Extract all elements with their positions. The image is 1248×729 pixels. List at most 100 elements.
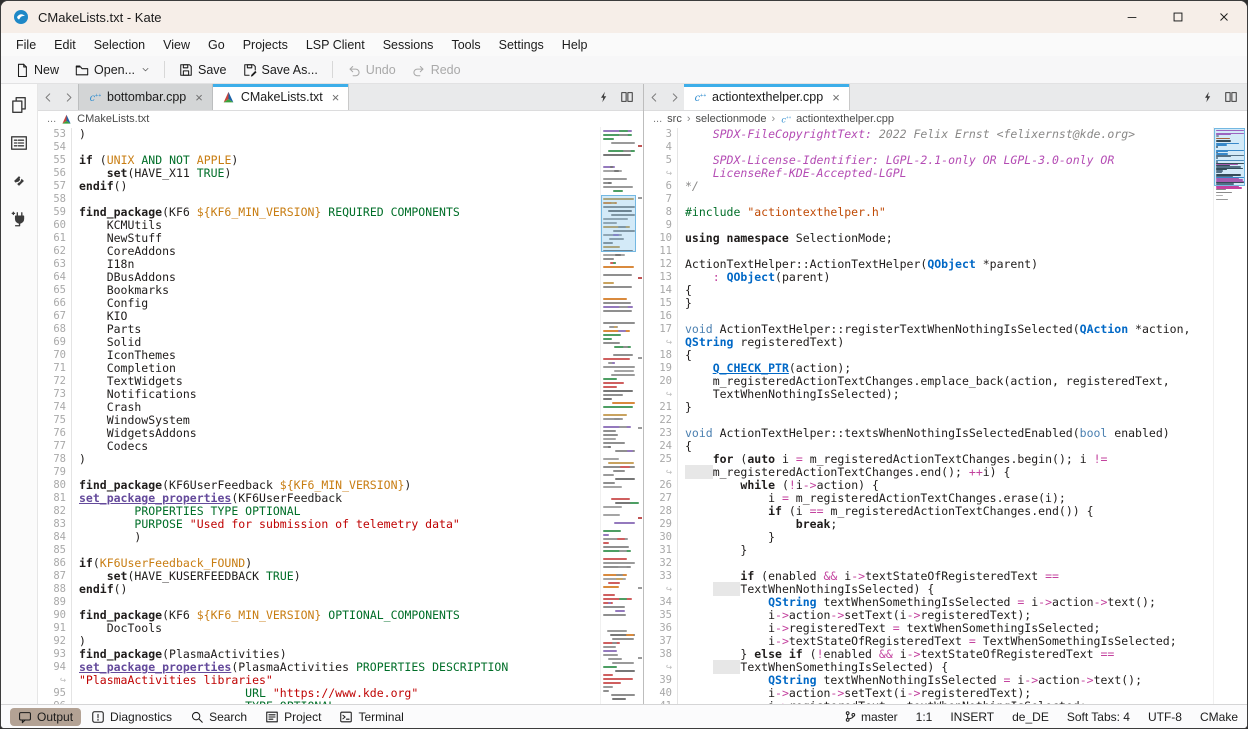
line-number[interactable]: 81	[38, 492, 72, 505]
line-number[interactable]: 31	[644, 544, 678, 557]
open-button[interactable]: Open...	[67, 60, 158, 80]
breadcrumb-item[interactable]: ...	[47, 113, 56, 125]
history-back-button[interactable]	[644, 84, 664, 110]
code-line[interactable]: 77 Codecs	[38, 440, 600, 453]
sidebar-tool-documents-icon[interactable]	[8, 94, 30, 116]
menu-selection[interactable]: Selection	[85, 36, 154, 54]
line-number[interactable]: 78	[38, 453, 72, 466]
line-number[interactable]: 63	[38, 258, 72, 271]
line-number[interactable]: ↪	[644, 661, 678, 674]
line-number[interactable]: 92	[38, 635, 72, 648]
line-number[interactable]: 32	[644, 557, 678, 570]
statusbar-search-button[interactable]: Search	[182, 708, 255, 726]
sidebar-tool-list-icon[interactable]	[8, 132, 30, 154]
line-number[interactable]: 91	[38, 622, 72, 635]
line-number[interactable]: 30	[644, 531, 678, 544]
new-button[interactable]: New	[7, 60, 67, 80]
history-forward-button[interactable]	[664, 84, 684, 110]
menu-help[interactable]: Help	[553, 36, 597, 54]
code-line[interactable]: 88endif()	[38, 583, 600, 596]
line-number[interactable]: 40	[644, 687, 678, 700]
statusbar-de_de[interactable]: de_DE	[1012, 710, 1049, 724]
breadcrumb-item[interactable]: actiontexthelper.cpp	[796, 113, 894, 125]
statusbar-utf-8[interactable]: UTF-8	[1148, 710, 1182, 724]
code-line[interactable]: 10using namespace SelectionMode;	[644, 232, 1213, 245]
menu-sessions[interactable]: Sessions	[374, 36, 443, 54]
line-number[interactable]: 80	[38, 479, 72, 492]
minimap-viewport-left[interactable]	[601, 195, 636, 252]
line-number[interactable]: 88	[38, 583, 72, 596]
line-number[interactable]: 29	[644, 518, 678, 531]
line-number[interactable]: 17	[644, 323, 678, 336]
sidebar-tool-plug-icon[interactable]	[8, 208, 30, 230]
line-number[interactable]: 56	[38, 167, 72, 180]
line-number[interactable]: 64	[38, 271, 72, 284]
line-number[interactable]: 72	[38, 375, 72, 388]
code-line[interactable]: 31 }	[644, 544, 1213, 557]
code-line[interactable]: 84 )	[38, 531, 600, 544]
line-number[interactable]: 20	[644, 375, 678, 388]
line-number[interactable]: 54	[38, 141, 72, 154]
line-number[interactable]: 3	[644, 128, 678, 141]
tab-bottombar-cpp[interactable]: c++bottombar.cpp×	[78, 84, 213, 110]
save-as-button[interactable]: Save As...	[235, 60, 326, 80]
line-number[interactable]: 24	[644, 440, 678, 453]
line-number[interactable]: 90	[38, 609, 72, 622]
line-number[interactable]: 77	[38, 440, 72, 453]
statusbar-soft-tabs-4[interactable]: Soft Tabs: 4	[1067, 710, 1130, 724]
statusbar-terminal-button[interactable]: Terminal	[331, 708, 411, 726]
minimap-left[interactable]	[600, 127, 643, 704]
tab-close-icon[interactable]: ×	[195, 91, 203, 104]
statusbar-1-1[interactable]: 1:1	[916, 710, 933, 724]
split-view-icon[interactable]	[620, 90, 634, 104]
line-number[interactable]: 65	[38, 284, 72, 297]
tab-CMakeLists-txt[interactable]: CMakeLists.txt×	[213, 84, 350, 110]
breadcrumb-item[interactable]: ...	[653, 113, 662, 125]
line-number[interactable]: 89	[38, 596, 72, 609]
code-line[interactable]: 15}	[644, 297, 1213, 310]
line-number[interactable]: 16	[644, 310, 678, 323]
statusbar-master[interactable]: master	[844, 710, 898, 724]
line-number[interactable]: 85	[38, 544, 72, 557]
code-line[interactable]: 23void ActionTextHelper::textsWhenNothin…	[644, 427, 1213, 440]
line-number[interactable]: 75	[38, 414, 72, 427]
line-number[interactable]: 18	[644, 349, 678, 362]
line-number[interactable]: 74	[38, 401, 72, 414]
line-number[interactable]: ↪	[644, 388, 678, 401]
minimize-button[interactable]	[1109, 1, 1155, 33]
line-number[interactable]: 58	[38, 193, 72, 206]
line-number[interactable]: 39	[644, 674, 678, 687]
line-number[interactable]: 94	[38, 661, 72, 674]
line-number[interactable]: 8	[644, 206, 678, 219]
statusbar-cmake[interactable]: CMake	[1200, 710, 1238, 724]
line-number[interactable]: 28	[644, 505, 678, 518]
menu-settings[interactable]: Settings	[490, 36, 553, 54]
tab-close-icon[interactable]: ×	[832, 91, 840, 104]
menu-lsp-client[interactable]: LSP Client	[297, 36, 374, 54]
line-number[interactable]: 83	[38, 518, 72, 531]
line-number[interactable]: 57	[38, 180, 72, 193]
code-line[interactable]: 6*/	[644, 180, 1213, 193]
code-line[interactable]: ↪ LicenseRef-KDE-Accepted-LGPL	[644, 167, 1213, 180]
line-number[interactable]: 70	[38, 349, 72, 362]
line-number[interactable]: 5	[644, 154, 678, 167]
maximize-button[interactable]	[1155, 1, 1201, 33]
line-number[interactable]: 59	[38, 206, 72, 219]
menu-view[interactable]: View	[154, 36, 199, 54]
code-line[interactable]: ↪ TextWhenNothingIsSelected);	[644, 388, 1213, 401]
line-number[interactable]: ↪	[644, 336, 678, 349]
statusbar-output-button[interactable]: Output	[10, 708, 81, 726]
line-number[interactable]: 82	[38, 505, 72, 518]
minimap-right[interactable]	[1213, 127, 1247, 704]
code-line[interactable]: 91 DocTools	[38, 622, 600, 635]
line-number[interactable]: 55	[38, 154, 72, 167]
line-number[interactable]: 76	[38, 427, 72, 440]
line-number[interactable]: 68	[38, 323, 72, 336]
line-number[interactable]: 12	[644, 258, 678, 271]
line-number[interactable]: 4	[644, 141, 678, 154]
line-number[interactable]: 36	[644, 622, 678, 635]
line-number[interactable]: 23	[644, 427, 678, 440]
breadcrumb-item[interactable]: selectionmode	[696, 113, 767, 125]
line-number[interactable]: 60	[38, 219, 72, 232]
code-line[interactable]: 57endif()	[38, 180, 600, 193]
